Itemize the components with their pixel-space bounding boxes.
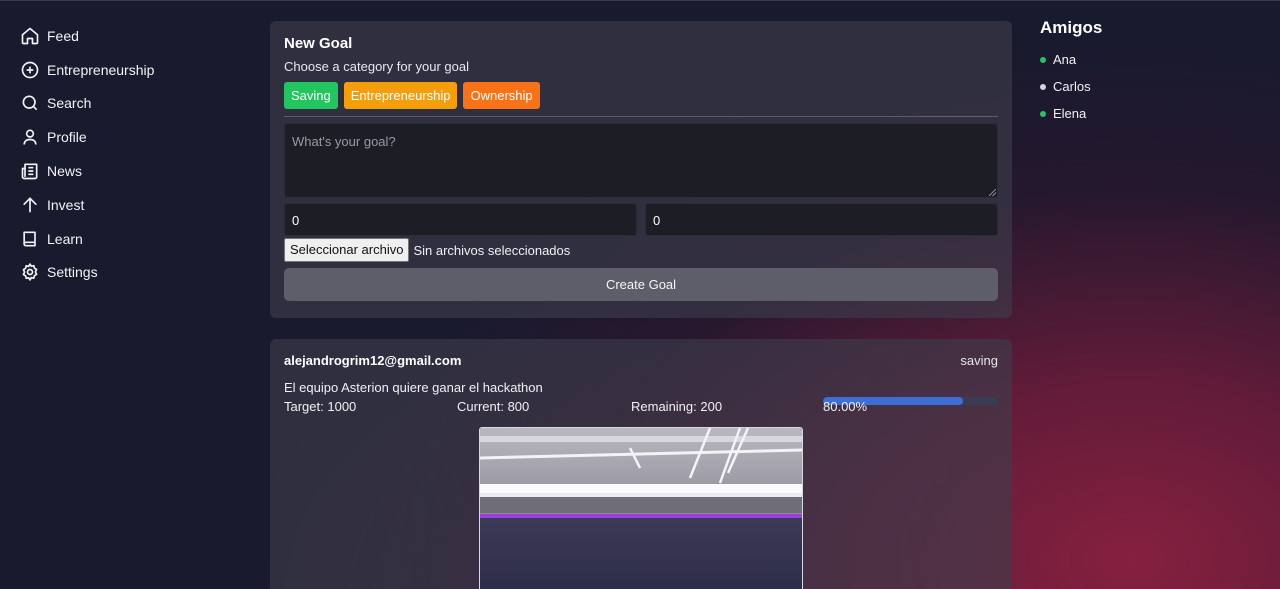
search-icon [22, 95, 38, 111]
create-goal-button[interactable]: Create Goal [284, 268, 998, 301]
category-prompt: Choose a category for your goal [284, 59, 469, 74]
file-upload: Seleccionar archivo Sin archivos selecci… [284, 238, 998, 262]
current-amount-input[interactable]: 0 [645, 203, 998, 236]
post-category: saving [960, 353, 998, 368]
target-amount-input[interactable]: 0 [284, 203, 637, 236]
file-status: Sin archivos seleccionados [413, 242, 571, 258]
goal-current: Current: 800 [457, 399, 530, 414]
friend-name: Elena [1053, 106, 1087, 121]
post-photo-image [480, 428, 802, 589]
sidebar-item-label: Feed [47, 27, 79, 44]
post-author[interactable]: alejandrogrim12@gmail.com [284, 353, 461, 368]
sidebar-item-search[interactable]: Search [20, 87, 220, 121]
sidebar-nav: Feed Entrepreneurship Search Profile New… [20, 19, 220, 289]
offline-status-dot [1040, 83, 1046, 90]
friend-item[interactable]: Ana [1040, 46, 1260, 73]
friends-panel: Amigos Ana Carlos Elena [1040, 18, 1260, 127]
goal-progress-label: 80.00% [823, 399, 868, 414]
friend-name: Ana [1053, 52, 1077, 67]
divider [284, 116, 998, 117]
post-header: alejandrogrim12@gmail.com saving [284, 353, 998, 368]
category-entrepreneurship-button[interactable]: Entrepreneurship [343, 82, 458, 109]
category-ownership-button[interactable]: Ownership [463, 82, 540, 109]
sidebar-item-news[interactable]: News [20, 154, 220, 188]
goal-post-card: alejandrogrim12@gmail.com saving El equi… [270, 339, 1012, 589]
sidebar-item-invest[interactable]: Invest [20, 188, 220, 222]
post-description: El equipo Asterion quiere ganar el hacka… [284, 380, 543, 395]
user-icon [23, 129, 37, 145]
category-chips: Saving Entrepreneurship Ownership [284, 82, 998, 109]
sidebar-item-learn[interactable]: Learn [20, 222, 220, 256]
amount-row: 0 0 [284, 203, 998, 236]
sidebar-item-label: Profile [47, 129, 87, 146]
category-saving-button[interactable]: Saving [284, 82, 338, 109]
sidebar-item-profile[interactable]: Profile [20, 120, 220, 154]
friend-item[interactable]: Carlos [1040, 73, 1260, 100]
friend-name: Carlos [1053, 79, 1091, 94]
goal-target: Target: 1000 [284, 399, 357, 414]
post-photo[interactable] [479, 427, 803, 589]
plus-circle-icon [21, 61, 39, 79]
sidebar-item-label: News [47, 163, 83, 180]
sidebar-item-feed[interactable]: Feed [20, 19, 220, 53]
sidebar-item-label: Settings [47, 264, 98, 281]
new-goal-title: New Goal [284, 35, 353, 52]
new-goal-card: New Goal Choose a category for your goal… [270, 21, 1012, 318]
friends-title: Amigos [1040, 18, 1103, 37]
goal-placeholder: What's your goal? [292, 134, 396, 149]
sidebar-item-label: Search [47, 95, 92, 112]
resize-handle-icon[interactable] [989, 189, 996, 196]
gear-icon [22, 263, 38, 282]
choose-file-button[interactable]: Seleccionar archivo [284, 238, 410, 262]
sidebar-item-label: Learn [47, 230, 83, 247]
sidebar-item-entrepreneurship[interactable]: Entrepreneurship [20, 53, 220, 87]
sidebar-item-settings[interactable]: Settings [20, 256, 220, 290]
goal-stats: Target: 1000 Current: 800 Remaining: 200… [284, 397, 998, 419]
friend-item[interactable]: Elena [1040, 100, 1260, 127]
goal-remaining: Remaining: 200 [631, 399, 723, 414]
online-status-dot [1040, 56, 1046, 63]
sidebar-item-label: Invest [47, 196, 85, 213]
newspaper-icon [21, 163, 38, 180]
goal-textarea[interactable]: What's your goal? [284, 123, 998, 198]
book-icon [23, 231, 36, 247]
sidebar-item-label: Entrepreneurship [47, 61, 155, 78]
home-icon [21, 27, 39, 45]
arrow-up-icon [23, 197, 37, 213]
online-status-dot [1040, 110, 1046, 117]
